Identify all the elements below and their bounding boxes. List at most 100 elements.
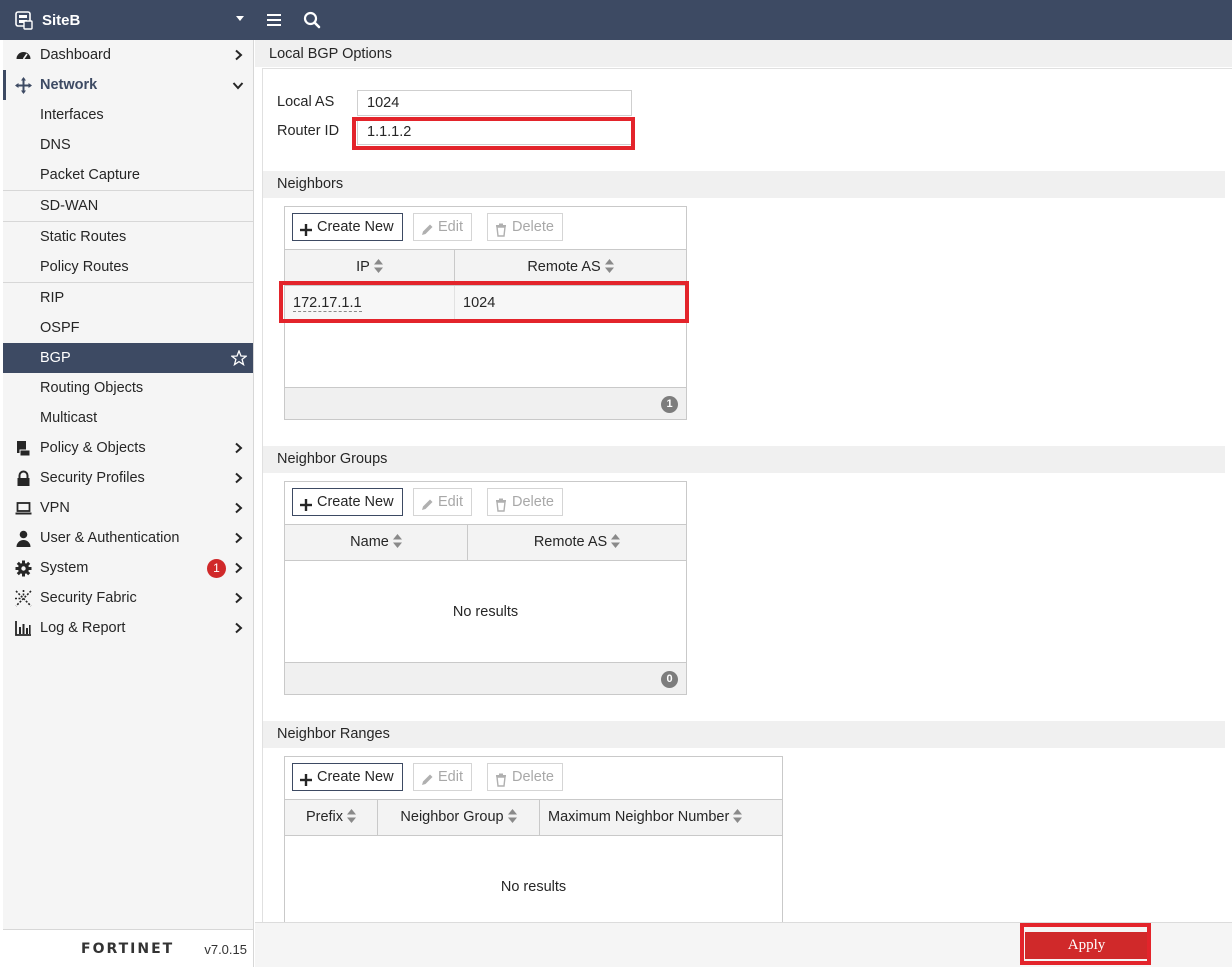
device-selector[interactable]: SiteB [14, 0, 254, 40]
sort-icon [507, 802, 517, 823]
create-new-label: Create New [317, 219, 394, 235]
chart-icon [15, 620, 32, 637]
edit-button[interactable]: Edit [413, 488, 472, 516]
create-new-button[interactable]: Create New [292, 763, 403, 791]
sidebar-subitem-bgp[interactable]: BGP [3, 343, 253, 373]
sidebar-subitem-ospf[interactable]: OSPF [3, 313, 253, 343]
empty-state-text: No results [452, 604, 519, 620]
sidebar-item-user-authentication[interactable]: User & Authentication [3, 523, 253, 553]
plus-icon [299, 220, 313, 236]
neighbor-groups-section-title: Neighbor Groups [263, 446, 1225, 473]
column-header-prefix[interactable]: Prefix [285, 800, 378, 835]
network-icon [15, 77, 32, 94]
delete-button[interactable]: Delete [487, 213, 563, 241]
delete-label: Delete [512, 494, 554, 510]
row-count-badge: 0 [661, 671, 678, 688]
chevron-down-icon[interactable] [236, 16, 244, 21]
sidebar-subitem-label: DNS [40, 137, 71, 153]
column-header-maximum-neighbor-number[interactable]: Maximum Neighbor Number [540, 800, 782, 835]
sidebar-subitem-label: Interfaces [40, 107, 104, 123]
apply-button[interactable]: Apply [1025, 932, 1148, 959]
edit-button[interactable]: Edit [413, 763, 472, 791]
sidebar-item-label: Security Profiles [40, 470, 145, 486]
sidebar-subitem-dns[interactable]: DNS [3, 130, 253, 160]
sidebar-subitem-packet-capture[interactable]: Packet Capture [3, 160, 253, 190]
sort-icon [347, 802, 357, 823]
sidebar-subitem-label: Packet Capture [40, 167, 140, 183]
column-header-neighbor-group[interactable]: Neighbor Group [378, 800, 540, 835]
delete-button[interactable]: Delete [487, 763, 563, 791]
sidebar-subitem-label: Routing Objects [40, 380, 144, 396]
edit-button[interactable]: Edit [413, 213, 472, 241]
delete-label: Delete [512, 219, 554, 235]
pencil-icon [420, 770, 434, 785]
sort-icon [373, 252, 383, 273]
neighbor-ranges-toolbar: Create New Edit Delete [285, 757, 782, 799]
neighbors-table-header: IP Remote AS [285, 249, 686, 286]
page-title: Local BGP Options [255, 40, 1232, 67]
sidebar-item-system[interactable]: System 1 [3, 553, 253, 583]
neighbor-ranges-table: Create New Edit Delete Prefix Neighbor G… [284, 756, 783, 931]
router-id-input[interactable] [357, 119, 632, 145]
chevron-right-icon [232, 502, 244, 514]
search-icon[interactable] [302, 10, 322, 30]
local-as-input[interactable] [357, 90, 632, 116]
delete-label: Delete [512, 769, 554, 785]
chevron-right-icon [232, 442, 244, 454]
sidebar-subitem-sd-wan[interactable]: SD-WAN [3, 190, 253, 221]
neighbors-table: Create New Edit Delete IP Remote AS 172.… [284, 206, 687, 420]
sort-icon [392, 527, 402, 548]
column-header-ip[interactable]: IP [285, 250, 455, 285]
sidebar-item-policy-objects[interactable]: Policy & Objects [3, 433, 253, 463]
sidebar-item-log-report[interactable]: Log & Report [3, 613, 253, 643]
plus-icon [299, 770, 313, 786]
sidebar-item-label: Network [40, 77, 98, 93]
pencil-icon [420, 220, 434, 235]
sidebar-item-dashboard[interactable]: Dashboard [3, 40, 253, 70]
trash-icon [494, 495, 508, 512]
sidebar-item-network[interactable]: Network [3, 70, 253, 100]
trash-icon [494, 220, 508, 237]
column-header-remote-as[interactable]: Remote AS [455, 250, 686, 285]
sidebar-subitem-interfaces[interactable]: Interfaces [3, 100, 253, 130]
sidebar-subitem-static-routes[interactable]: Static Routes [3, 221, 253, 252]
chevron-right-icon [232, 472, 244, 484]
sidebar-subitem-policy-routes[interactable]: Policy Routes [3, 252, 253, 282]
main-content: Local BGP Options Local AS Router ID Nei… [255, 40, 1232, 967]
star-icon[interactable] [229, 349, 249, 367]
create-new-label: Create New [317, 769, 394, 785]
sidebar-subitem-label: OSPF [40, 320, 80, 336]
policy-icon [15, 440, 32, 457]
device-name: SiteB [42, 11, 81, 29]
sort-icon [733, 802, 743, 823]
create-new-button[interactable]: Create New [292, 213, 403, 241]
plus-icon [299, 495, 313, 511]
sidebar-subitem-label: Static Routes [40, 229, 127, 245]
ip-link[interactable]: 172.17.1.1 [293, 295, 362, 312]
table-cell-ip: 172.17.1.1 [285, 286, 455, 320]
sidebar-item-vpn[interactable]: VPN [3, 493, 253, 523]
table-row[interactable]: 172.17.1.1 1024 [285, 286, 686, 320]
sidebar-footer: FORTINET v7.0.15 [3, 929, 253, 967]
sidebar-subitem-label: RIP [40, 290, 65, 306]
sidebar-item-security-profiles[interactable]: Security Profiles [3, 463, 253, 493]
sidebar-item-label: Policy & Objects [40, 440, 146, 456]
create-new-button[interactable]: Create New [292, 488, 403, 516]
notification-badge: 1 [207, 559, 226, 578]
trash-icon [494, 770, 508, 787]
chevron-right-icon [232, 532, 244, 544]
column-header-remote-as[interactable]: Remote AS [468, 525, 686, 560]
hamburger-menu-icon[interactable] [264, 10, 284, 30]
delete-button[interactable]: Delete [487, 488, 563, 516]
column-header-name[interactable]: Name [285, 525, 468, 560]
sidebar-item-security-fabric[interactable]: Security Fabric [3, 583, 253, 613]
neighbors-section-title: Neighbors [263, 171, 1225, 198]
chevron-right-icon [232, 49, 244, 61]
sidebar: Dashboard Network Interfaces DNS Packet … [3, 40, 254, 967]
sidebar-subitem-rip[interactable]: RIP [3, 282, 253, 313]
chevron-down-icon [232, 79, 244, 91]
sidebar-subitem-routing-objects[interactable]: Routing Objects [3, 373, 253, 403]
sidebar-subitem-label: Policy Routes [40, 259, 129, 275]
sidebar-subitem-multicast[interactable]: Multicast [3, 403, 253, 433]
column-header-label: Neighbor Group [400, 809, 504, 825]
